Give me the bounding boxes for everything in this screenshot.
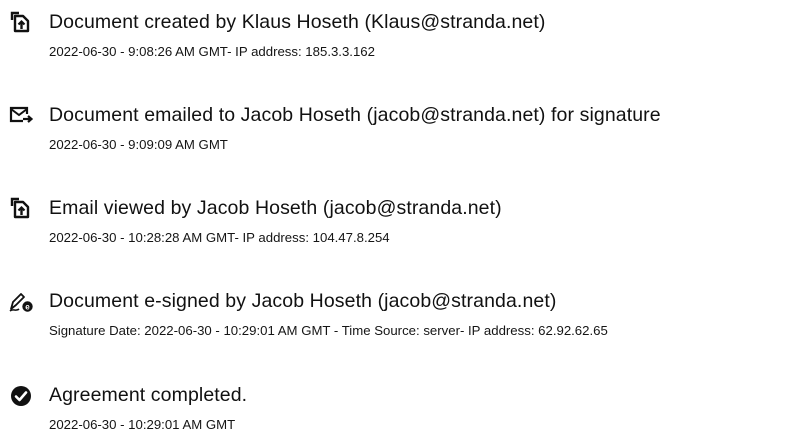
event-timestamp: 2022-06-30 - 9:08:26 AM GMT- IP address:… (49, 44, 375, 59)
event-title: Document emailed to Jacob Hoseth (jacob@… (49, 104, 661, 126)
event-title: Document e-signed by Jacob Hoseth (jacob… (49, 290, 557, 312)
event-timestamp: 2022-06-30 - 10:28:28 AM GMT- IP address… (49, 230, 390, 245)
event-title: Email viewed by Jacob Hoseth (jacob@stra… (49, 197, 502, 219)
signature-pen-icon: e (8, 290, 34, 314)
svg-text:e: e (25, 302, 30, 311)
document-upload-icon (8, 11, 34, 35)
check-circle-icon (8, 384, 34, 408)
document-upload-icon (8, 197, 34, 221)
event-timestamp: 2022-06-30 - 10:29:01 AM GMT (49, 417, 236, 432)
event-title: Document created by Klaus Hoseth (Klaus@… (49, 11, 546, 33)
event-timestamp: 2022-06-30 - 9:09:09 AM GMT (49, 137, 228, 152)
event-timestamp: Signature Date: 2022-06-30 - 10:29:01 AM… (49, 323, 608, 338)
email-sent-icon (8, 104, 34, 128)
event-title: Agreement completed. (49, 384, 248, 406)
